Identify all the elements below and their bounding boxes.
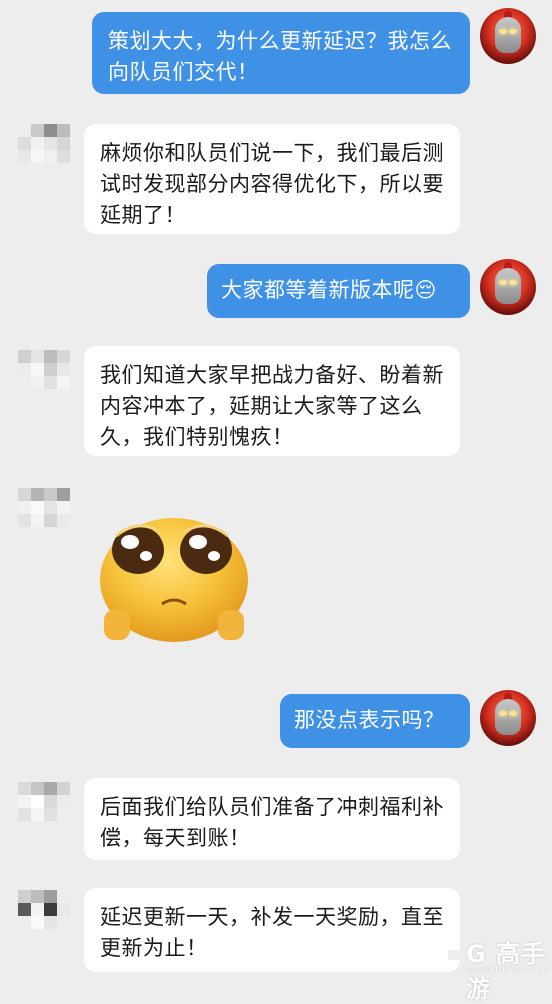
contact-avatar[interactable] <box>18 488 70 540</box>
g-logo-icon <box>424 936 462 972</box>
crying-face-sticker[interactable] <box>96 506 252 646</box>
user-avatar[interactable] <box>480 8 536 64</box>
user-avatar[interactable] <box>480 259 536 315</box>
message-bubble[interactable]: 麻烦你和队员们说一下，我们最后测试时发现部分内容得优化下，所以要延期了！ <box>84 124 460 234</box>
watermark-url: GAOSHOUYOU.COM <box>464 965 551 974</box>
contact-avatar[interactable] <box>18 124 70 176</box>
user-avatar[interactable] <box>480 690 536 746</box>
message-bubble[interactable]: 延迟更新一天，补发一天奖励，直至更新为止！ <box>84 888 460 972</box>
message-bubble[interactable]: 大家都等着新版本呢😔 <box>207 264 470 318</box>
contact-avatar[interactable] <box>18 890 70 942</box>
message-bubble[interactable]: 我们知道大家早把战力备好、盼着新内容冲本了，延期让大家等了这么久，我们特别愧疚！ <box>84 346 460 456</box>
message-bubble[interactable]: 策划大大，为什么更新延迟？我怎么向队员们交代！ <box>92 12 470 94</box>
contact-avatar[interactable] <box>18 782 70 834</box>
message-bubble[interactable]: 后面我们给队员们准备了冲刺福利补偿，每天到账！ <box>84 778 460 860</box>
site-watermark: G 高手游 GAOSHOUYOU.COM <box>424 932 551 1003</box>
message-bubble[interactable]: 那没点表示吗？ <box>280 694 470 748</box>
contact-avatar[interactable] <box>18 350 70 402</box>
